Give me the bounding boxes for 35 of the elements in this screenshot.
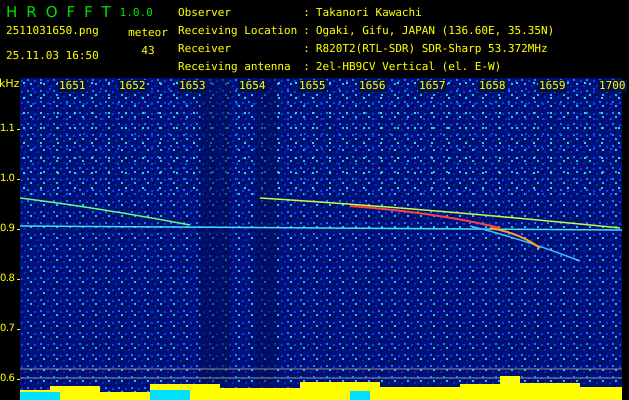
info-value: R820T2(RTL-SDR) SDR-Sharp 53.372MHz (316, 42, 549, 57)
frequency-label: 0.7 (0, 323, 14, 335)
unit-label: kHz (0, 78, 20, 90)
app-title: HROFFT (6, 4, 120, 21)
info-value: Takanori Kawachi (316, 6, 423, 21)
info-label: Receiving antenna (178, 60, 292, 75)
time-label: 1652 (118, 80, 146, 92)
datetime-label: 25.11.03 16:50 (6, 49, 100, 63)
time-label: 1659 (538, 80, 566, 92)
info-value: Ogaki, Gifu, JAPAN (136.60E, 35.35N) (316, 24, 554, 39)
info-separator: : (303, 6, 310, 21)
info-label: Receiving Location (178, 24, 298, 39)
info-separator: : (303, 24, 310, 39)
version-label: 1.0.0 (120, 6, 153, 21)
meteor-count: 43 (141, 44, 155, 58)
frequency-label: 0.9 (0, 223, 14, 235)
frequency-label: 0.8 (0, 273, 14, 285)
time-label: 1651 (58, 80, 86, 92)
time-label: 1657 (418, 80, 446, 92)
time-label: 1654 (238, 80, 266, 92)
info-separator: : (303, 42, 310, 57)
info-value: 2el-HB9CV Vertical (el. E-W) (316, 60, 502, 75)
meteor-label: meteor (128, 26, 168, 40)
time-label: 1700 (598, 80, 626, 92)
frequency-label: 0.6 (0, 373, 14, 385)
time-label: 1658 (478, 80, 506, 92)
time-label: 1653 (178, 80, 206, 92)
info-label: Receiver (178, 42, 232, 57)
time-label: 1655 (298, 80, 326, 92)
frequency-label: 1.1 (0, 123, 14, 135)
filename-label: 2511031650.png (6, 24, 100, 38)
info-separator: : (303, 60, 310, 75)
time-label: 1656 (358, 80, 386, 92)
frequency-label: 1.0 (0, 173, 14, 185)
info-label: Observer (178, 6, 232, 21)
